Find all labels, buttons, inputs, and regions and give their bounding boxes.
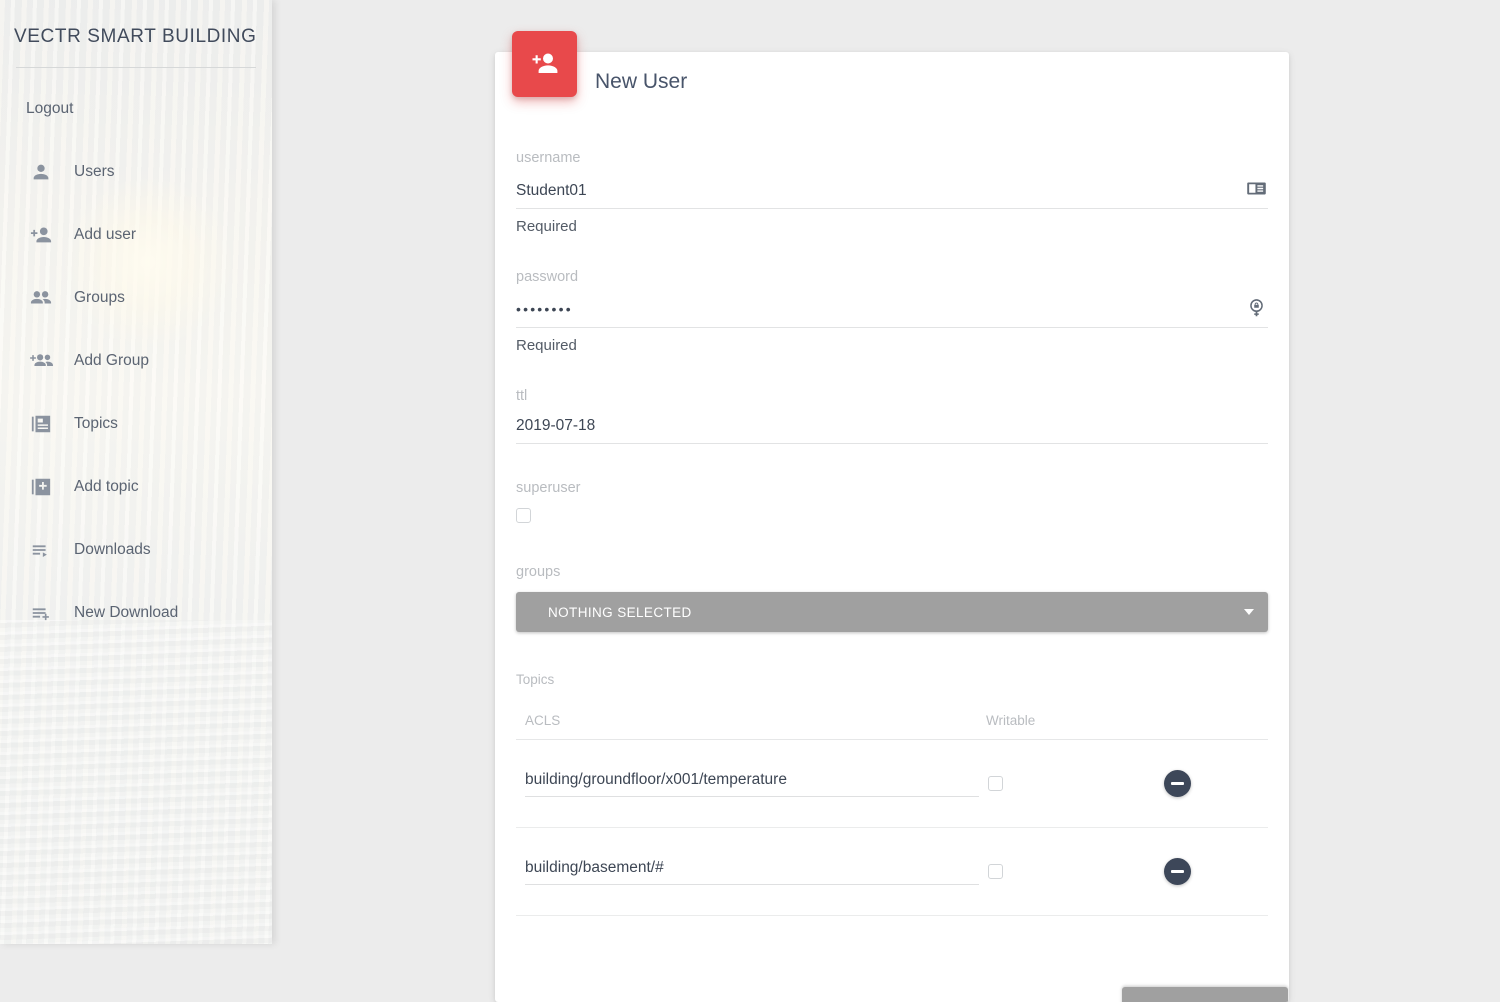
password-field: password •••••••• Required <box>516 269 1268 354</box>
sidebar-item-label: Groups <box>74 288 125 306</box>
new-user-form: username Student01 Required password •••… <box>495 52 1289 916</box>
username-label: username <box>516 150 581 166</box>
writable-cell <box>986 864 1146 879</box>
contact-card-icon[interactable] <box>1246 178 1268 200</box>
sidebar-item-label: Add topic <box>74 477 139 495</box>
ttl-input[interactable]: 2019-07-18 <box>516 416 1268 444</box>
acl-cell: building/basement/# <box>516 859 986 885</box>
logout-link[interactable]: Logout <box>0 68 272 118</box>
groups-label: groups <box>516 564 561 580</box>
playlist-add-icon <box>28 600 54 626</box>
sidebar-item-topics[interactable]: Topics <box>0 392 272 455</box>
sidebar-item-groups[interactable]: Groups <box>0 266 272 329</box>
person-add-icon <box>28 222 54 248</box>
table-row: building/groundfloor/x001/temperature <box>516 740 1268 828</box>
topics-table-header: ACLS Writable <box>516 713 1268 740</box>
ttl-value: 2019-07-18 <box>516 417 596 434</box>
article-add-icon <box>28 474 54 500</box>
new-user-card: New User username Student01 Required pas… <box>495 52 1289 1002</box>
groups-dropdown-label: NOTHING SELECTED <box>548 604 692 620</box>
groups-dropdown[interactable]: NOTHING SELECTED <box>516 592 1268 632</box>
people-icon <box>28 285 54 311</box>
column-header-writable: Writable <box>986 713 1036 728</box>
username-hint: Required <box>516 218 577 235</box>
add-acl-button[interactable] <box>1122 987 1288 1002</box>
sidebar-item-add-user[interactable]: Add user <box>0 203 272 266</box>
sidebar-background-water-texture <box>0 620 272 944</box>
password-hint: Required <box>516 337 577 354</box>
new-user-badge-icon <box>512 31 577 97</box>
password-input[interactable]: •••••••• <box>516 297 1268 328</box>
ttl-label: ttl <box>516 388 528 404</box>
sidebar: VECTR SMART BUILDING Logout Users Add us… <box>0 0 272 944</box>
person-icon <box>28 159 54 185</box>
password-label: password <box>516 269 579 285</box>
username-field: username Student01 Required <box>516 150 1268 235</box>
app-title: VECTR SMART BUILDING <box>14 26 257 47</box>
groups-field: groups NOTHING SELECTED <box>516 564 1268 632</box>
password-value: •••••••• <box>516 301 573 317</box>
remove-cell <box>1146 770 1268 797</box>
sidebar-item-downloads[interactable]: Downloads <box>0 518 272 581</box>
remove-circle-icon[interactable] <box>1164 770 1191 797</box>
ttl-field: ttl 2019-07-18 <box>516 388 1268 444</box>
lock-circle-icon[interactable] <box>1246 297 1268 319</box>
superuser-field: superuser <box>516 480 1268 528</box>
table-row: building/basement/# <box>516 828 1268 916</box>
sidebar-item-label: Topics <box>74 414 118 432</box>
article-list-icon <box>28 411 54 437</box>
sidebar-item-label: New Download <box>74 603 179 621</box>
sidebar-item-label: Add user <box>74 225 137 243</box>
sidebar-item-add-topic[interactable]: Add topic <box>0 455 272 518</box>
topics-section-label: Topics <box>516 672 555 687</box>
sidebar-item-users[interactable]: Users <box>0 140 272 203</box>
superuser-label: superuser <box>516 480 581 496</box>
acl-input[interactable]: building/groundfloor/x001/temperature <box>525 771 979 797</box>
sidebar-item-add-group[interactable]: Add Group <box>0 329 272 392</box>
column-header-acls: ACLS <box>525 713 561 728</box>
people-add-icon <box>28 348 54 374</box>
remove-circle-icon[interactable] <box>1164 858 1191 885</box>
writable-checkbox[interactable] <box>988 864 1003 879</box>
username-input[interactable]: Student01 <box>516 178 1268 209</box>
acl-input[interactable]: building/basement/# <box>525 859 979 885</box>
chevron-down-icon <box>1244 609 1254 615</box>
sidebar-item-label: Add Group <box>74 351 149 369</box>
writable-checkbox[interactable] <box>988 776 1003 791</box>
sidebar-item-new-download[interactable]: New Download <box>0 581 272 644</box>
acl-cell: building/groundfloor/x001/temperature <box>516 771 986 797</box>
playlist-play-icon <box>28 537 54 563</box>
writable-cell <box>986 776 1146 791</box>
topics-section: Topics ACLS Writable building/groundfloo… <box>516 672 1268 916</box>
sidebar-nav: Users Add user Groups Add Group Topics A… <box>0 140 272 644</box>
page-title: New User <box>595 70 688 93</box>
remove-cell <box>1146 858 1268 885</box>
sidebar-item-label: Downloads <box>74 540 151 558</box>
username-value: Student01 <box>516 182 587 199</box>
superuser-checkbox[interactable] <box>516 508 531 523</box>
sidebar-item-label: Users <box>74 162 115 180</box>
